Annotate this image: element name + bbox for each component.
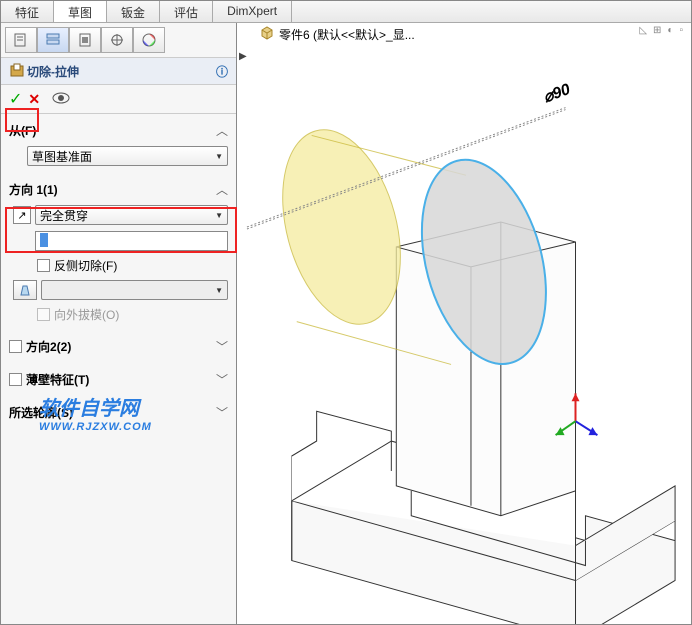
property-manager-panel: 切除-拉伸 ⓘ ✓ ✕ 从(F) ︿ 草图基准面 ▼ 方向 [1,23,237,624]
property-manager-icon[interactable] [37,27,69,53]
thin-checkbox[interactable] [9,373,22,386]
tab-sketch[interactable]: 草图 [54,1,107,22]
reverse-cut-checkbox[interactable] [37,259,50,272]
dimxpert-manager-icon[interactable] [101,27,133,53]
from-section-header[interactable]: 从(F) ︿ [9,118,228,143]
chevron-down-icon: ▼ [215,211,223,220]
draft-icon[interactable] [13,280,37,300]
direction2-header[interactable]: 方向2(2) ﹀ [9,334,228,359]
viewport-toolbar: ◺ ⊞ ◐ ▫ [637,25,685,36]
direction2-section: 方向2(2) ﹀ [1,330,236,363]
from-dropdown[interactable]: 草图基准面 ▼ [27,146,228,166]
help-icon[interactable]: ⓘ [216,63,228,80]
expand-icon: ﹀ [216,404,228,421]
thin-header[interactable]: 薄壁特征(T) ﹀ [9,367,228,392]
tab-sheetmetal[interactable]: 钣金 [107,1,160,22]
collapse-icon: ︿ [216,181,228,198]
tab-evaluate[interactable]: 评估 [160,1,213,22]
tab-feature[interactable]: 特征 [1,1,54,22]
appearance-manager-icon[interactable] [133,27,165,53]
from-section: 从(F) ︿ 草图基准面 ▼ [1,114,236,173]
tab-dimxpert[interactable]: DimXpert [213,1,292,22]
draft-outward-checkbox[interactable] [37,308,50,321]
cut-extrude-icon [9,62,27,80]
chevron-down-icon: ▼ [215,286,223,295]
reverse-cut-label: 反侧切除(F) [54,257,117,274]
viewport-header: 零件6 (默认<<默认>_显... [237,23,691,46]
feature-manager-icon[interactable] [5,27,37,53]
watermark: 软件自学网 WWW.RJZXW.COM [39,392,152,433]
config-manager-icon[interactable] [69,27,101,53]
view-icon-2[interactable]: ⊞ [651,25,663,36]
collapse-icon: ︿ [216,122,228,139]
flyout-arrow-icon[interactable]: ▶ [239,51,247,62]
command-manager-tabs: 特征 草图 钣金 评估 DimXpert [1,1,691,23]
view-icon-3[interactable]: ◐ [665,25,675,36]
direction1-section: 方向 1(1) ︿ ↗ 完全贯穿 ▼ 反侧切除(F) [1,173,236,330]
panel-tab-icons [1,23,236,58]
direction2-checkbox[interactable] [9,340,22,353]
part-icon [259,25,275,44]
confirm-row: ✓ ✕ [1,85,236,114]
dimension-label: ⌀90 [541,81,573,106]
feature-header: 切除-拉伸 ⓘ [1,58,236,85]
expand-icon: ﹀ [216,371,228,388]
model-view: ⌀90 [237,46,691,624]
chevron-down-icon: ▼ [215,152,223,161]
detailed-preview-icon[interactable] [52,92,70,107]
direction-input[interactable] [35,231,228,251]
part-name: 零件6 (默认<<默认>_显... [279,26,415,43]
draft-outward-label: 向外拔模(O) [54,306,119,323]
reverse-direction-button[interactable]: ↗ [13,206,31,224]
view-icon-1[interactable]: ◺ [637,25,649,36]
graphics-viewport[interactable]: ▶ 零件6 (默认<<默认>_显... ◺ ⊞ ◐ ▫ [237,23,691,624]
draft-dropdown[interactable]: ▼ [41,280,228,300]
end-condition-dropdown[interactable]: 完全贯穿 ▼ [35,205,228,225]
direction1-header[interactable]: 方向 1(1) ︿ [9,177,228,202]
direction-vector-icon[interactable] [13,232,31,250]
ok-button[interactable]: ✓ [9,89,22,109]
feature-title: 切除-拉伸 [27,63,216,80]
view-icon-4[interactable]: ▫ [677,25,685,36]
cancel-button[interactable]: ✕ [28,91,40,108]
expand-icon: ﹀ [216,338,228,355]
